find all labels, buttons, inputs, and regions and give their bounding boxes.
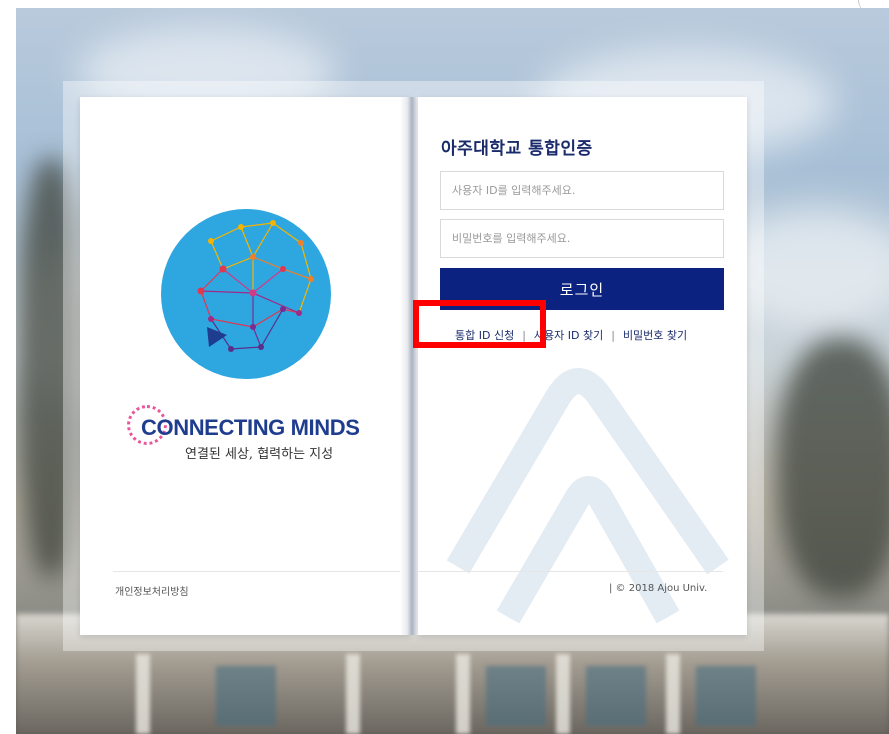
register-id-link[interactable]: 통합 ID 신청 xyxy=(455,329,514,342)
ajou-network-globe-icon xyxy=(161,209,331,379)
slogan-text: CONNECTING MINDS xyxy=(141,415,360,440)
tagline-text: 연결된 세상, 협력하는 지성 xyxy=(185,447,334,462)
footer-divider-left xyxy=(113,571,411,572)
link-separator: | xyxy=(522,329,526,342)
password-field[interactable] xyxy=(440,219,724,258)
user-id-field[interactable] xyxy=(440,171,724,210)
connecting-minds-logo: CONNECTING MINDS 연결된 세상, 협력하는 지성 xyxy=(127,403,367,463)
account-links: 통합 ID 신청 | 사용자 ID 찾기 | 비밀번호 찾기 xyxy=(455,327,687,343)
copyright-text: | © 2018 Ajou Univ. xyxy=(609,583,708,594)
link-separator: | xyxy=(611,329,615,342)
find-id-link[interactable]: 사용자 ID 찾기 xyxy=(534,329,603,342)
footer-divider-right xyxy=(418,571,723,572)
login-button[interactable]: 로그인 xyxy=(440,268,724,310)
find-password-link[interactable]: 비밀번호 찾기 xyxy=(623,329,687,342)
page-title: 아주대학교 통합인증 xyxy=(441,139,593,159)
privacy-policy-link[interactable]: 개인정보처리방침 xyxy=(115,583,189,598)
login-page: CONNECTING MINDS 연결된 세상, 협력하는 지성 개인정보처리방… xyxy=(0,0,889,734)
